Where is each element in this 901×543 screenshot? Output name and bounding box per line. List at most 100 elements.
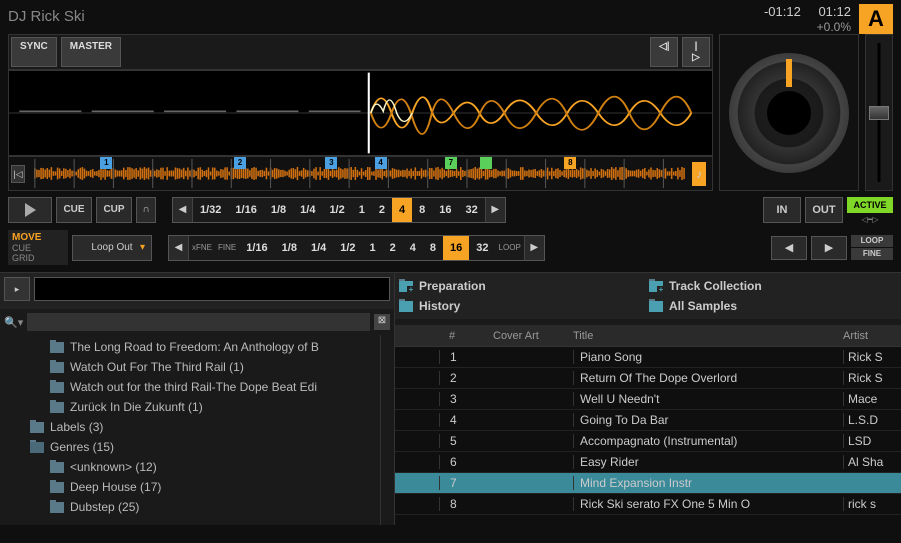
track-table-body: 1Piano SongRick S2Return Of The Dope Ove… [395,347,901,525]
cue-label[interactable]: CUE [12,243,64,253]
tree-item[interactable]: Zurück In Die Zukunft (1) [4,397,376,417]
move-size-4[interactable]: 4 [403,236,423,260]
loop-size-8[interactable]: 8 [412,198,432,222]
table-row[interactable]: 2Return Of The Dope OverlordRick S [395,368,901,389]
filter-input[interactable] [27,313,370,331]
row-title: Piano Song [573,350,843,364]
col-number[interactable]: # [439,330,493,342]
move-size-1-8[interactable]: 1/8 [275,236,304,260]
move-size-32[interactable]: 32 [469,236,495,260]
cue-marker-1[interactable]: 1 [100,157,112,169]
table-row[interactable]: 4Going To Da BarL.S.D [395,410,901,431]
jog-wheel[interactable] [729,53,849,173]
loop-size-1-32[interactable]: 1/32 [193,198,228,222]
loop-out-button[interactable]: OUT [805,197,843,223]
search-input[interactable] [34,277,390,301]
cue-marker-7[interactable]: 7 [445,157,457,169]
history-folder[interactable]: History [399,297,647,315]
tree-scrollbar[interactable] [380,335,394,525]
tree-item-label: Labels (3) [50,420,103,434]
waveform-main[interactable] [8,70,713,156]
tree-item[interactable]: The Long Road to Freedom: An Anthology o… [4,337,376,357]
cue-marker-4[interactable]: 4 [375,157,387,169]
table-row[interactable]: 5Accompagnato (Instrumental)LSD [395,431,901,452]
jump-start-button[interactable]: |◁ [11,165,25,183]
tree-item[interactable]: Genres (15) [4,437,376,457]
flux-button[interactable]: ∩ [136,197,156,223]
seek-next-button[interactable]: |▷ [682,37,710,67]
move-size-1[interactable]: 1 [363,236,383,260]
loop-fine-loop[interactable]: LOOP [851,235,893,247]
loop-size-4[interactable]: 4 [392,198,412,222]
clear-filter-button[interactable]: ⊠ [374,314,390,330]
move-forward-button[interactable]: ▶ [811,236,847,260]
move-size-8[interactable]: 8 [423,236,443,260]
loop-label[interactable]: LOOP [496,236,524,260]
table-row[interactable]: 1Piano SongRick S [395,347,901,368]
loop-fine-fine[interactable]: FINE [851,248,893,260]
cue-button[interactable]: CUE [56,197,92,223]
fine-label[interactable]: FINE [215,236,239,260]
move-back-button[interactable]: ◀ [771,236,807,260]
tree-item[interactable]: <unknown> (12) [4,457,376,477]
table-row[interactable]: 3Well U Needn'tMace [395,389,901,410]
move-size-1-2[interactable]: 1/2 [333,236,362,260]
all-samples-folder[interactable]: All Samples [649,297,897,315]
loop-size-1[interactable]: 1 [352,198,372,222]
tempo-fader-handle[interactable] [869,106,889,120]
table-row[interactable]: 6Easy RiderAl Sha [395,452,901,473]
col-artist[interactable]: Artist [843,330,901,342]
move-size-2[interactable]: 2 [383,236,403,260]
tree-item-label: <unknown> (12) [70,460,157,474]
tree-item[interactable]: Watch out for the third Rail-The Dope Be… [4,377,376,397]
tempo-display: +0.0% [817,20,851,34]
loop-size-next[interactable]: ▶ [485,198,505,222]
table-row[interactable]: 8Rick Ski serato FX One 5 Min Orick s [395,494,901,515]
grid-label[interactable]: GRID [12,253,64,263]
loop-size-1-16[interactable]: 1/16 [228,198,263,222]
loop-size-32[interactable]: 32 [458,198,484,222]
track-collection-folder[interactable]: Track Collection [649,277,897,295]
tree-item[interactable]: Watch Out For The Third Rail (1) [4,357,376,377]
move-size-1-4[interactable]: 1/4 [304,236,333,260]
loop-size-1-8[interactable]: 1/8 [264,198,293,222]
folder-icon [50,482,64,493]
move-size-1-16[interactable]: 1/16 [239,236,274,260]
cue-marker-3[interactable]: 3 [325,157,337,169]
tempo-fader[interactable] [865,34,893,191]
seek-prev-button[interactable]: ◁| [650,37,678,67]
move-size-prev[interactable]: ◀ [169,236,189,260]
loop-size-prev[interactable]: ◀ [173,198,193,222]
preparation-folder[interactable]: Preparation [399,277,647,295]
position-marker-icon[interactable]: ♪ [692,162,706,186]
loop-active-badge[interactable]: ACTIVE [847,197,893,213]
track-artist: DJ Rick Ski [8,4,764,25]
expand-browser-button[interactable]: ▸ [4,277,30,301]
cue-marker-2[interactable]: 2 [234,157,246,169]
tree-item[interactable]: Labels (3) [4,417,376,437]
loop-size-16[interactable]: 16 [432,198,458,222]
row-title: Easy Rider [573,455,843,469]
cue-marker-8[interactable]: 8 [564,157,576,169]
play-button[interactable] [8,197,52,223]
loop-in-button[interactable]: IN [763,197,801,223]
move-mode-dropdown[interactable]: Loop Out [72,235,152,261]
move-size-next[interactable]: ▶ [524,236,544,260]
tree-item[interactable]: Dubstep (25) [4,497,376,517]
master-button[interactable]: MASTER [61,37,121,67]
sync-button[interactable]: SYNC [11,37,57,67]
loop-size-2[interactable]: 2 [372,198,392,222]
col-title[interactable]: Title [573,330,843,342]
waveform-overview[interactable]: |◁ 1 2 3 4 7 8 ♪ [8,156,713,191]
cue-marker-loop[interactable] [480,157,492,169]
tree-item[interactable]: Deep House (17) [4,477,376,497]
loop-size-1-4[interactable]: 1/4 [293,198,322,222]
cup-button[interactable]: CUP [96,197,132,223]
col-coverart[interactable]: Cover Art [493,330,573,342]
move-size-16[interactable]: 16 [443,236,469,260]
table-row[interactable]: 7Mind Expansion Instr [395,473,901,494]
xfine-label[interactable]: xFNE [189,236,215,260]
loop-size-1-2[interactable]: 1/2 [322,198,351,222]
row-artist: Rick S [843,350,901,364]
search-icon: 🔍▾ [4,316,23,329]
